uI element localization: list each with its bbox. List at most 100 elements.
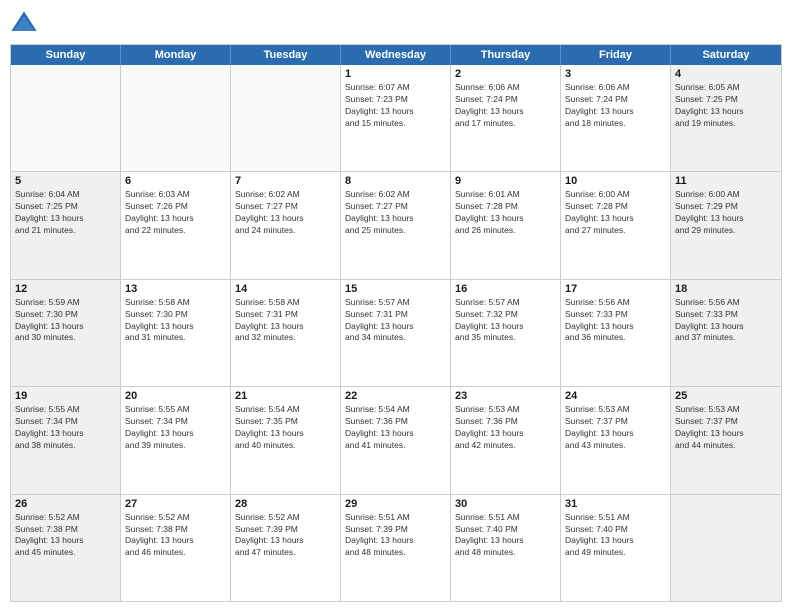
day-info: Sunrise: 5:56 AM Sunset: 7:33 PM Dayligh… xyxy=(565,297,666,345)
calendar-header: SundayMondayTuesdayWednesdayThursdayFrid… xyxy=(11,45,781,65)
calendar-body: 1 Sunrise: 6:07 AM Sunset: 7:23 PM Daylig… xyxy=(11,65,781,601)
day-info: Sunrise: 6:07 AM Sunset: 7:23 PM Dayligh… xyxy=(345,82,446,130)
day-cell-11: 11 Sunrise: 6:00 AM Sunset: 7:29 PM Dayli… xyxy=(671,172,781,278)
day-number: 5 xyxy=(15,175,116,187)
day-info: Sunrise: 6:05 AM Sunset: 7:25 PM Dayligh… xyxy=(675,82,777,130)
cal-row-3: 19 Sunrise: 5:55 AM Sunset: 7:34 PM Dayli… xyxy=(11,386,781,493)
day-cell-27: 27 Sunrise: 5:52 AM Sunset: 7:38 PM Dayli… xyxy=(121,495,231,601)
day-cell-6: 6Sunrise: 6:03 AM Sunset: 7:26 PM Daylig… xyxy=(121,172,231,278)
weekday-header-sunday: Sunday xyxy=(11,45,121,65)
day-info: Sunrise: 5:55 AM Sunset: 7:34 PM Dayligh… xyxy=(15,404,116,452)
day-cell-8: 8 Sunrise: 6:02 AM Sunset: 7:27 PM Daylig… xyxy=(341,172,451,278)
day-cell-10: 10 Sunrise: 6:00 AM Sunset: 7:28 PM Dayli… xyxy=(561,172,671,278)
day-number: 9 xyxy=(455,175,556,187)
day-number: 25 xyxy=(675,390,777,402)
day-info: Sunrise: 6:04 AM Sunset: 7:25 PM Dayligh… xyxy=(15,189,116,237)
header xyxy=(10,10,782,38)
day-info: Sunrise: 5:51 AM Sunset: 7:40 PM Dayligh… xyxy=(455,512,556,560)
day-number: 30 xyxy=(455,498,556,510)
day-info: Sunrise: 5:54 AM Sunset: 7:36 PM Dayligh… xyxy=(345,404,446,452)
day-cell-29: 29 Sunrise: 5:51 AM Sunset: 7:39 PM Dayli… xyxy=(341,495,451,601)
day-number: 21 xyxy=(235,390,336,402)
day-cell-4: 4 Sunrise: 6:05 AM Sunset: 7:25 PM Daylig… xyxy=(671,65,781,171)
day-cell-30: 30 Sunrise: 5:51 AM Sunset: 7:40 PM Dayli… xyxy=(451,495,561,601)
day-info: Sunrise: 5:54 AM Sunset: 7:35 PM Dayligh… xyxy=(235,404,336,452)
day-info: Sunrise: 6:06 AM Sunset: 7:24 PM Dayligh… xyxy=(565,82,666,130)
day-info: Sunrise: 5:57 AM Sunset: 7:32 PM Dayligh… xyxy=(455,297,556,345)
day-info: Sunrise: 5:55 AM Sunset: 7:34 PM Dayligh… xyxy=(125,404,226,452)
day-info: Sunrise: 5:58 AM Sunset: 7:31 PM Dayligh… xyxy=(235,297,336,345)
day-info: Sunrise: 6:06 AM Sunset: 7:24 PM Dayligh… xyxy=(455,82,556,130)
page: SundayMondayTuesdayWednesdayThursdayFrid… xyxy=(0,0,792,612)
day-number: 29 xyxy=(345,498,446,510)
day-number: 1 xyxy=(345,68,446,80)
day-cell-26: 26 Sunrise: 5:52 AM Sunset: 7:38 PM Dayli… xyxy=(11,495,121,601)
empty-cell-0-1 xyxy=(121,65,231,171)
day-cell-19: 19 Sunrise: 5:55 AM Sunset: 7:34 PM Dayli… xyxy=(11,387,121,493)
day-info: Sunrise: 5:52 AM Sunset: 7:38 PM Dayligh… xyxy=(125,512,226,560)
day-number: 16 xyxy=(455,283,556,295)
day-cell-13: 13 Sunrise: 5:58 AM Sunset: 7:30 PM Dayli… xyxy=(121,280,231,386)
weekday-header-saturday: Saturday xyxy=(671,45,781,65)
day-number: 14 xyxy=(235,283,336,295)
day-number: 8 xyxy=(345,175,446,187)
day-number: 10 xyxy=(565,175,666,187)
day-info: Sunrise: 5:52 AM Sunset: 7:38 PM Dayligh… xyxy=(15,512,116,560)
day-cell-25: 25 Sunrise: 5:53 AM Sunset: 7:37 PM Dayli… xyxy=(671,387,781,493)
calendar: SundayMondayTuesdayWednesdayThursdayFrid… xyxy=(10,44,782,602)
day-number: 27 xyxy=(125,498,226,510)
day-info: Sunrise: 6:02 AM Sunset: 7:27 PM Dayligh… xyxy=(345,189,446,237)
day-cell-23: 23Sunrise: 5:53 AM Sunset: 7:36 PM Dayli… xyxy=(451,387,561,493)
day-info: Sunrise: 5:57 AM Sunset: 7:31 PM Dayligh… xyxy=(345,297,446,345)
day-cell-7: 7 Sunrise: 6:02 AM Sunset: 7:27 PM Daylig… xyxy=(231,172,341,278)
day-info: Sunrise: 6:02 AM Sunset: 7:27 PM Dayligh… xyxy=(235,189,336,237)
day-cell-20: 20Sunrise: 5:55 AM Sunset: 7:34 PM Dayli… xyxy=(121,387,231,493)
cal-row-4: 26 Sunrise: 5:52 AM Sunset: 7:38 PM Dayli… xyxy=(11,494,781,601)
day-info: Sunrise: 5:52 AM Sunset: 7:39 PM Dayligh… xyxy=(235,512,336,560)
empty-cell-0-2 xyxy=(231,65,341,171)
day-cell-9: 9 Sunrise: 6:01 AM Sunset: 7:28 PM Daylig… xyxy=(451,172,561,278)
day-cell-3: 3 Sunrise: 6:06 AM Sunset: 7:24 PM Daylig… xyxy=(561,65,671,171)
day-cell-15: 15Sunrise: 5:57 AM Sunset: 7:31 PM Dayli… xyxy=(341,280,451,386)
day-cell-21: 21 Sunrise: 5:54 AM Sunset: 7:35 PM Dayli… xyxy=(231,387,341,493)
day-cell-28: 28 Sunrise: 5:52 AM Sunset: 7:39 PM Dayli… xyxy=(231,495,341,601)
day-number: 2 xyxy=(455,68,556,80)
cal-row-0: 1 Sunrise: 6:07 AM Sunset: 7:23 PM Daylig… xyxy=(11,65,781,171)
weekday-header-monday: Monday xyxy=(121,45,231,65)
day-cell-18: 18Sunrise: 5:56 AM Sunset: 7:33 PM Dayli… xyxy=(671,280,781,386)
weekday-header-thursday: Thursday xyxy=(451,45,561,65)
day-cell-17: 17 Sunrise: 5:56 AM Sunset: 7:33 PM Dayli… xyxy=(561,280,671,386)
day-info: Sunrise: 5:53 AM Sunset: 7:36 PM Dayligh… xyxy=(455,404,556,452)
day-number: 11 xyxy=(675,175,777,187)
weekday-header-tuesday: Tuesday xyxy=(231,45,341,65)
day-number: 12 xyxy=(15,283,116,295)
day-number: 31 xyxy=(565,498,666,510)
day-info: Sunrise: 5:51 AM Sunset: 7:39 PM Dayligh… xyxy=(345,512,446,560)
day-info: Sunrise: 5:58 AM Sunset: 7:30 PM Dayligh… xyxy=(125,297,226,345)
day-number: 26 xyxy=(15,498,116,510)
empty-cell-4-6 xyxy=(671,495,781,601)
day-info: Sunrise: 5:59 AM Sunset: 7:30 PM Dayligh… xyxy=(15,297,116,345)
day-number: 17 xyxy=(565,283,666,295)
day-number: 19 xyxy=(15,390,116,402)
weekday-header-wednesday: Wednesday xyxy=(341,45,451,65)
day-info: Sunrise: 6:00 AM Sunset: 7:29 PM Dayligh… xyxy=(675,189,777,237)
day-cell-12: 12 Sunrise: 5:59 AM Sunset: 7:30 PM Dayli… xyxy=(11,280,121,386)
day-number: 4 xyxy=(675,68,777,80)
day-number: 13 xyxy=(125,283,226,295)
day-info: Sunrise: 6:00 AM Sunset: 7:28 PM Dayligh… xyxy=(565,189,666,237)
day-cell-5: 5 Sunrise: 6:04 AM Sunset: 7:25 PM Daylig… xyxy=(11,172,121,278)
day-number: 22 xyxy=(345,390,446,402)
day-cell-14: 14 Sunrise: 5:58 AM Sunset: 7:31 PM Dayli… xyxy=(231,280,341,386)
day-cell-22: 22 Sunrise: 5:54 AM Sunset: 7:36 PM Dayli… xyxy=(341,387,451,493)
day-number: 6 xyxy=(125,175,226,187)
day-number: 3 xyxy=(565,68,666,80)
day-info: Sunrise: 5:53 AM Sunset: 7:37 PM Dayligh… xyxy=(565,404,666,452)
day-cell-1: 1 Sunrise: 6:07 AM Sunset: 7:23 PM Daylig… xyxy=(341,65,451,171)
day-number: 28 xyxy=(235,498,336,510)
day-info: Sunrise: 5:53 AM Sunset: 7:37 PM Dayligh… xyxy=(675,404,777,452)
day-cell-2: 2 Sunrise: 6:06 AM Sunset: 7:24 PM Daylig… xyxy=(451,65,561,171)
day-info: Sunrise: 6:01 AM Sunset: 7:28 PM Dayligh… xyxy=(455,189,556,237)
empty-cell-0-0 xyxy=(11,65,121,171)
day-number: 7 xyxy=(235,175,336,187)
